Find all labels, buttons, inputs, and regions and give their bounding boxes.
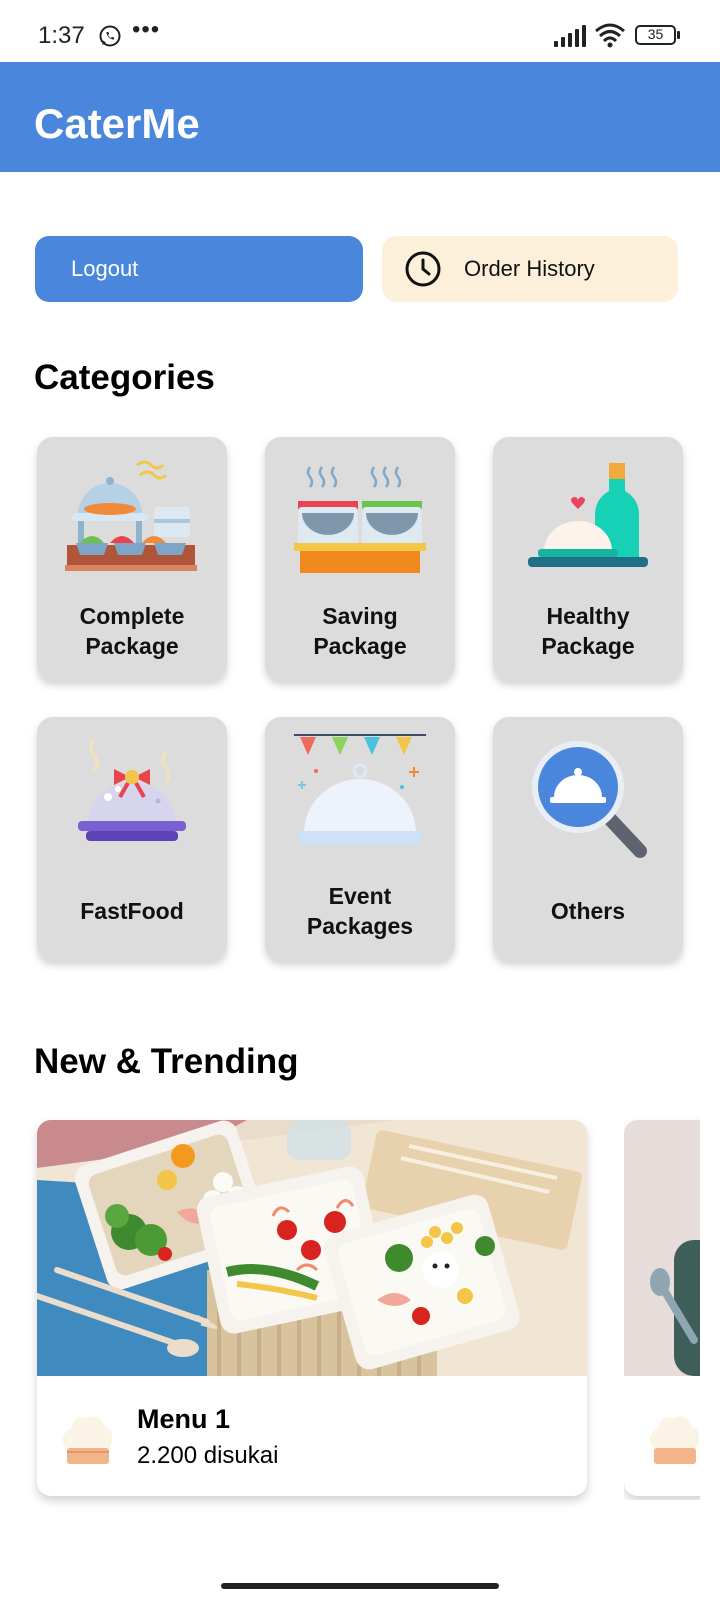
category-label: FastFood xyxy=(80,898,184,924)
healthy-meal-icon xyxy=(528,463,648,567)
category-complete-package[interactable]: Complete Package xyxy=(37,437,227,681)
logout-button[interactable]: Logout xyxy=(35,236,363,302)
category-label: Others xyxy=(550,898,626,924)
battery-icon: 35 xyxy=(635,25,681,47)
app-bar: CaterMe xyxy=(0,62,720,172)
category-event-packages[interactable]: Event Packages xyxy=(265,717,455,961)
whatsapp-icon xyxy=(99,25,121,47)
category-label: Event Packages xyxy=(306,883,414,939)
status-bar: 1:37 ••• 35 xyxy=(0,0,720,62)
more-notifications-icon: ••• xyxy=(132,16,161,43)
order-history-button[interactable]: Order History xyxy=(382,236,678,302)
category-label: Saving Package xyxy=(313,603,407,659)
category-saving-package[interactable]: Saving Package xyxy=(265,437,455,681)
category-healthy-package[interactable]: Healthy Package xyxy=(493,437,683,681)
trending-card-next[interactable] xyxy=(624,1120,700,1496)
app-title: CaterMe xyxy=(34,100,200,147)
buffet-icon xyxy=(65,460,197,571)
home-indicator[interactable] xyxy=(221,1583,499,1589)
wifi-icon xyxy=(595,23,625,48)
battery-level: 35 xyxy=(647,26,664,42)
category-label: Complete Package xyxy=(79,603,185,659)
trending-card[interactable]: Menu 1 2.200 disukai xyxy=(37,1120,587,1496)
status-time: 1:37 xyxy=(38,22,85,49)
category-label: Healthy Package xyxy=(541,603,635,659)
food-trays-icon xyxy=(294,466,426,573)
category-others[interactable]: Others xyxy=(493,717,683,961)
order-history-label: Order History xyxy=(464,256,595,281)
signal-icon xyxy=(554,25,586,47)
chef-hat-icon xyxy=(649,1416,700,1464)
bento-photo xyxy=(37,1120,587,1376)
celebration-dish-icon xyxy=(294,734,426,845)
dish-photo xyxy=(624,1120,700,1376)
gift-dish-icon xyxy=(78,738,186,841)
chef-hat-icon xyxy=(62,1416,113,1464)
categories-heading: Categories xyxy=(34,358,215,397)
menu-name: Menu 1 xyxy=(137,1404,231,1434)
category-fastfood[interactable]: FastFood xyxy=(37,717,227,961)
search-dish-icon xyxy=(532,741,647,858)
logout-label: Logout xyxy=(71,256,139,281)
clock-icon xyxy=(405,251,441,287)
trending-heading: New & Trending xyxy=(34,1042,299,1081)
trending-card-peek-clip xyxy=(624,1116,700,1500)
likes-count: 2.200 disukai xyxy=(137,1442,279,1469)
